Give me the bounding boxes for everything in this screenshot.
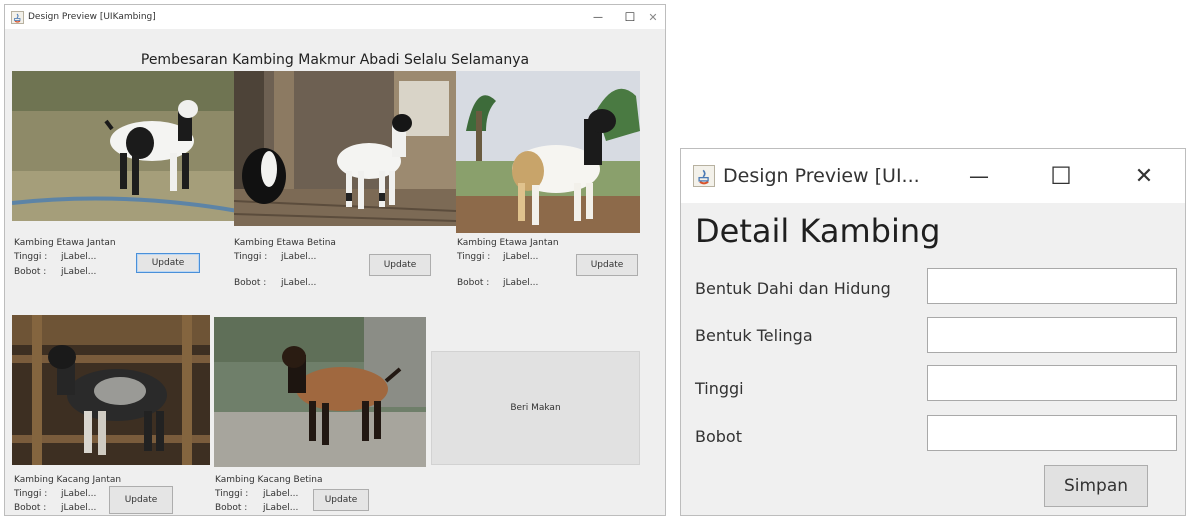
- field-label-tinggi: Tinggi: [695, 379, 744, 398]
- update-button[interactable]: Update: [109, 486, 173, 514]
- goat-photo-etawa-jantan-2: [456, 71, 640, 233]
- dahi-hidung-input[interactable]: [927, 268, 1177, 304]
- beri-makan-button[interactable]: Beri Makan: [431, 351, 640, 465]
- update-button[interactable]: Update: [313, 489, 369, 511]
- tinggi-value: jLabel...: [61, 489, 97, 499]
- goat-photo-etawa-betina: [234, 71, 456, 226]
- tinggi-input[interactable]: [927, 365, 1177, 401]
- minimize-button[interactable]: —: [949, 149, 1009, 203]
- goat-photo-kacang-betina: [214, 317, 426, 467]
- goat-name-label: Kambing Etawa Betina: [234, 238, 336, 248]
- maximize-button[interactable]: ☐: [1031, 149, 1091, 203]
- detail-heading: Detail Kambing: [695, 212, 941, 250]
- tinggi-label: Tinggi :: [14, 489, 48, 499]
- bobot-label: Bobot :: [14, 267, 47, 277]
- simpan-button[interactable]: Simpan: [1044, 465, 1148, 507]
- title-bar[interactable]: Design Preview [UI... — ☐ ✕: [681, 149, 1185, 203]
- bobot-input[interactable]: [927, 415, 1177, 451]
- field-label-bobot: Bobot: [695, 427, 742, 446]
- tinggi-label: Tinggi :: [234, 252, 268, 262]
- tinggi-value: jLabel...: [281, 252, 317, 262]
- field-label-dahi-hidung: Bentuk Dahi dan Hidung: [695, 279, 891, 298]
- goat-photo-kacang-jantan: [12, 315, 210, 465]
- bobot-label: Bobot :: [215, 503, 248, 513]
- ui-kambing-window: Design Preview [UIKambing] — ☐ ✕ Pembesa…: [4, 4, 666, 516]
- detail-kambing-window: Design Preview [UI... — ☐ ✕ Detail Kambi…: [680, 148, 1186, 516]
- goat-photo-etawa-jantan-1: [12, 71, 238, 221]
- bobot-value: jLabel...: [61, 267, 97, 277]
- goat-name-label: Kambing Kacang Jantan: [14, 475, 122, 485]
- close-button[interactable]: ✕: [1113, 149, 1175, 203]
- goat-name-label: Kambing Etawa Jantan: [14, 238, 116, 248]
- field-label-telinga: Bentuk Telinga: [695, 326, 813, 345]
- tinggi-label: Tinggi :: [215, 489, 249, 499]
- goat-name-label: Kambing Etawa Jantan: [457, 238, 559, 248]
- goat-name-label: Kambing Kacang Betina: [215, 475, 323, 485]
- update-button[interactable]: Update: [136, 253, 200, 273]
- window-title: Design Preview [UI...: [723, 165, 920, 187]
- java-icon: [11, 10, 24, 24]
- update-button[interactable]: Update: [369, 254, 431, 276]
- bobot-value: jLabel...: [61, 503, 97, 513]
- close-button[interactable]: ✕: [640, 5, 665, 29]
- telinga-input[interactable]: [927, 317, 1177, 353]
- bobot-label: Bobot :: [14, 503, 47, 513]
- bobot-value: jLabel...: [503, 278, 539, 288]
- tinggi-value: jLabel...: [263, 489, 299, 499]
- minimize-button[interactable]: —: [583, 5, 613, 29]
- window-title: Design Preview [UIKambing]: [28, 12, 156, 22]
- tinggi-label: Tinggi :: [14, 252, 48, 262]
- tinggi-label: Tinggi :: [457, 252, 491, 262]
- bobot-value: jLabel...: [263, 503, 299, 513]
- update-button[interactable]: Update: [576, 254, 638, 276]
- title-bar[interactable]: Design Preview [UIKambing] — ☐ ✕: [5, 5, 665, 29]
- bobot-label: Bobot :: [457, 278, 490, 288]
- app-heading: Pembesaran Kambing Makmur Abadi Selalu S…: [140, 52, 530, 68]
- bobot-label: Bobot :: [234, 278, 267, 288]
- tinggi-value: jLabel...: [503, 252, 539, 262]
- tinggi-value: jLabel...: [61, 252, 97, 262]
- bobot-value: jLabel...: [281, 278, 317, 288]
- java-icon: [693, 165, 715, 187]
